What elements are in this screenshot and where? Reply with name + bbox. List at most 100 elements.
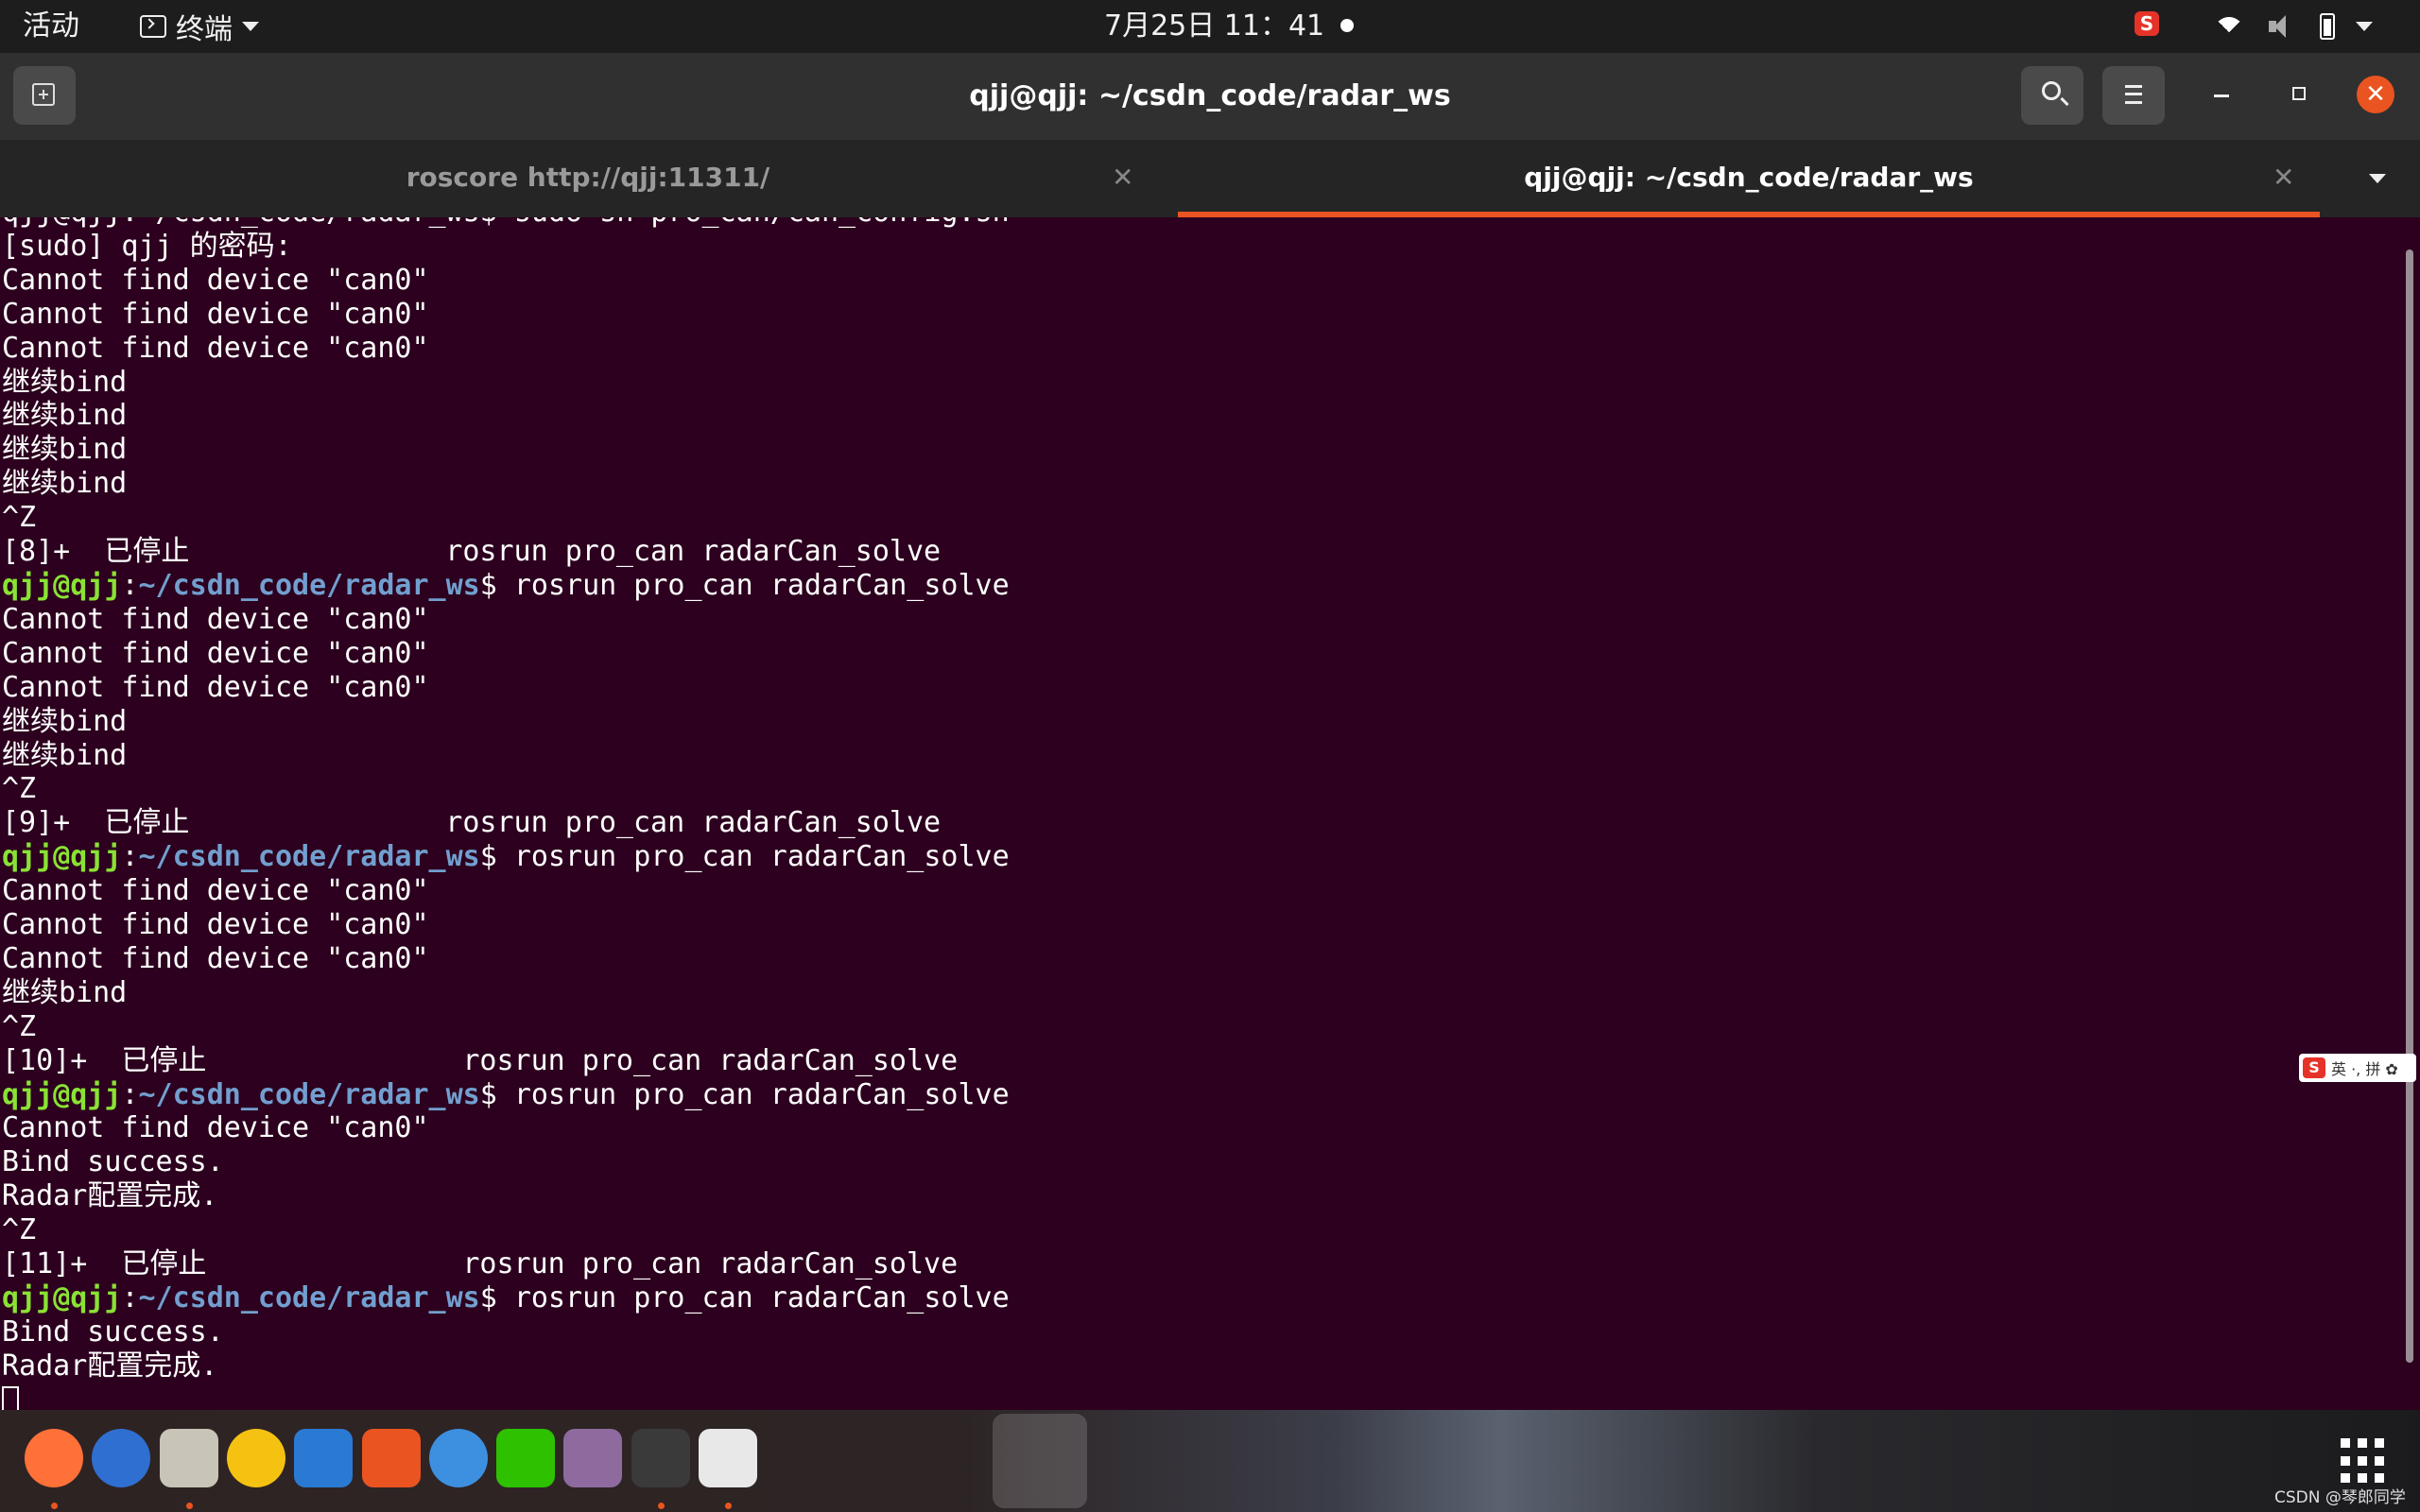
terminal-line: ^Z: [2, 772, 37, 806]
terminal-line: ^Z: [2, 501, 37, 535]
app-menu-label: 终端: [176, 13, 233, 46]
terminal-line: qjj@qjj:~/csdn_code/radar_ws$ rosrun pro…: [2, 568, 1010, 602]
notification-dot: [1340, 19, 1354, 32]
terminal-icon: [140, 15, 166, 38]
terminal-icon: [631, 1429, 690, 1487]
terminal-cursor: [2, 1386, 19, 1410]
activities-button[interactable]: 活动: [23, 9, 79, 44]
dock-item-ubuntu-software[interactable]: [358, 1427, 424, 1493]
running-indicator: [725, 1503, 732, 1509]
terminal-line: Radar配置完成.: [2, 1179, 218, 1213]
terminal-line: ^Z: [2, 1213, 37, 1247]
terminal-line: 继续bind: [2, 467, 128, 501]
close-icon[interactable]: ✕: [1112, 161, 1133, 195]
top-panel: 活动 终端 7月25日 11：41 S: [0, 0, 2420, 53]
terminal-line: Bind success.: [2, 1145, 224, 1179]
menu-button[interactable]: [2102, 66, 2165, 125]
battery-icon: [2320, 13, 2335, 40]
help-icon: [428, 1429, 488, 1487]
prompt-command: $ rosrun pro_can radarCan_solve: [479, 568, 1010, 602]
dock-item-firefox[interactable]: [21, 1427, 87, 1509]
prompt-path: ~/csdn_code/radar_ws: [138, 1077, 480, 1111]
dock-item-thunderbird[interactable]: [88, 1427, 154, 1493]
maximize-button[interactable]: [2292, 87, 2306, 100]
terminal-line: [9]+ 已停止 rosrun pro_can radarCan_solve: [2, 806, 942, 840]
terminal-line: Bind success.: [2, 1314, 224, 1349]
dock-item-wechat[interactable]: [493, 1427, 559, 1493]
app-menu[interactable]: 终端: [140, 9, 259, 46]
dock: [0, 1410, 2420, 1512]
tab-radar-ws[interactable]: qjj@qjj: ~/csdn_code/radar_ws ✕: [1178, 140, 2320, 217]
tabs-dropdown-chevron-icon[interactable]: [2369, 174, 2386, 183]
close-window-button[interactable]: ✕: [2357, 76, 2394, 113]
prompt-user: qjj@qjj: [2, 1281, 122, 1314]
terminal-output: qjj@qjj:~/csdn_code/radar_ws$ sudo sh pr…: [2, 217, 1010, 1410]
terminal-line: 继续bind: [2, 433, 128, 467]
terminal-line: ^Z: [2, 1009, 37, 1043]
system-tray[interactable]: [2212, 9, 2373, 43]
chevron-down-icon: [242, 22, 259, 31]
tab-bar: roscore http://qjj:11311/ ✕ qjj@qjj: ~/c…: [0, 140, 2420, 217]
running-indicator: [185, 1503, 193, 1509]
terminal-line: 继续bind: [2, 704, 128, 738]
terminal-line: [11]+ 已停止 rosrun pro_can radarCan_solve: [2, 1247, 959, 1281]
terminal-line: [8]+ 已停止 rosrun pro_can radarCan_solve: [2, 535, 942, 569]
terminal-view[interactable]: qjj@qjj:~/csdn_code/radar_ws$ sudo sh pr…: [0, 217, 2401, 1410]
tab-roscore[interactable]: roscore http://qjj:11311/ ✕: [0, 140, 1176, 217]
terminal-line: Cannot find device "can0": [2, 602, 429, 636]
prompt-path: ~/csdn_code/radar_ws: [138, 840, 480, 874]
dock-item-terminal[interactable]: [628, 1427, 694, 1509]
prompt-path: ~/csdn_code/radar_ws: [138, 1281, 480, 1314]
terminal-line: [sudo] qjj 的密码:: [2, 229, 292, 263]
ime-toolbar[interactable]: S 英 ·, 拼 ✿: [2299, 1054, 2416, 1082]
prompt-command: $ rosrun pro_can radarCan_solve: [479, 1281, 1010, 1314]
tab-label: qjj@qjj: ~/csdn_code/radar_ws: [1524, 162, 1974, 193]
ubuntu-software-icon: [361, 1429, 421, 1487]
terminal-line-clipped: qjj@qjj:~/csdn_code/radar_ws$ sudo sh pr…: [2, 217, 1010, 229]
sogou-ime-icon[interactable]: S: [2135, 11, 2159, 36]
video-icon: [563, 1429, 623, 1487]
running-indicator: [51, 1503, 58, 1509]
dock-item-files[interactable]: [156, 1427, 222, 1509]
close-icon[interactable]: ✕: [2273, 161, 2294, 195]
terminal-line: Cannot find device "can0": [2, 670, 429, 704]
terminal-line: Cannot find device "can0": [2, 297, 429, 331]
dock-selected-highlight: [993, 1414, 1087, 1508]
terminal-line: Cannot find device "can0": [2, 1111, 429, 1145]
terminal-line: Cannot find device "can0": [2, 263, 429, 297]
search-icon: [2042, 81, 2061, 100]
window-header: qjj@qjj: ~/csdn_code/radar_ws ✕: [0, 53, 2420, 140]
scrollbar-thumb[interactable]: [2406, 249, 2413, 1363]
text-editor-icon: [699, 1429, 757, 1487]
terminal-line: qjj@qjj:~/csdn_code/radar_ws$ rosrun pro…: [2, 1281, 1010, 1314]
terminal-line: Cannot find device "can0": [2, 941, 429, 975]
terminal-scrollbar[interactable]: [2401, 217, 2420, 1410]
dock-item-text-editor[interactable]: [695, 1427, 761, 1509]
libreoffice-writer-icon: [294, 1429, 354, 1487]
minimize-button[interactable]: [2214, 94, 2229, 97]
terminal-line: 继续bind: [2, 365, 128, 399]
terminal-line: Cannot find device "can0": [2, 908, 429, 942]
prompt-user: qjj@qjj: [2, 840, 122, 874]
terminal-line: Cannot find device "can0": [2, 874, 429, 908]
files-icon: [159, 1429, 218, 1487]
show-applications-icon[interactable]: [2341, 1438, 2386, 1484]
ime-toolbar-text: 英 ·, 拼 ✿: [2331, 1060, 2398, 1078]
sogou-logo-icon: S: [2303, 1057, 2325, 1078]
terminal-line: qjj@qjj:~/csdn_code/radar_ws$ rosrun pro…: [2, 1077, 1010, 1111]
dock-item-rhythmbox[interactable]: [223, 1427, 289, 1493]
prompt-command: $ rosrun pro_can radarCan_solve: [479, 1077, 1010, 1111]
firefox-icon: [25, 1429, 83, 1487]
dock-item-video[interactable]: [560, 1427, 626, 1493]
terminal-line: [10]+ 已停止 rosrun pro_can radarCan_solve: [2, 1043, 959, 1077]
search-button[interactable]: [2021, 66, 2083, 125]
wifi-icon: [2212, 13, 2246, 40]
terminal-line: Cannot find device "can0": [2, 636, 429, 670]
dock-item-help[interactable]: [425, 1427, 492, 1493]
clock[interactable]: 7月25日 11：41: [1104, 9, 1324, 44]
terminal-line: Cannot find device "can0": [2, 331, 429, 365]
hamburger-icon: [2125, 85, 2142, 104]
thunderbird-icon: [92, 1429, 151, 1487]
dock-item-libreoffice-writer[interactable]: [290, 1427, 356, 1493]
prompt-user: qjj@qjj: [2, 568, 122, 602]
